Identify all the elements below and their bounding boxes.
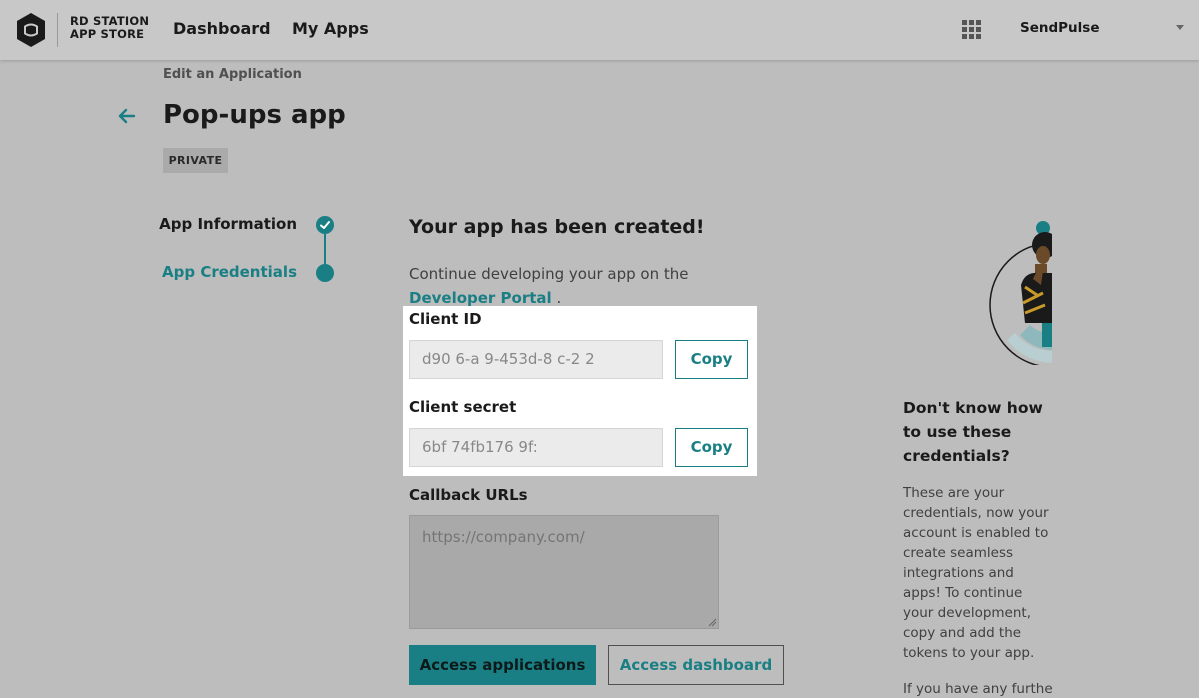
nav-my-apps[interactable]: My Apps — [292, 19, 369, 38]
apps-grid-icon[interactable] — [962, 20, 981, 39]
chevron-down-icon[interactable] — [1176, 25, 1184, 30]
page-title: Pop-ups app — [163, 100, 346, 130]
account-name[interactable]: SendPulse — [1020, 20, 1099, 36]
rd-station-logo-icon[interactable] — [15, 12, 47, 48]
copy-client-id-button[interactable]: Copy — [675, 340, 748, 379]
resize-handle-icon[interactable] — [708, 618, 717, 627]
success-title: Your app has been created! — [409, 216, 705, 238]
person-illustration-icon — [989, 221, 1052, 365]
logo-divider — [57, 13, 58, 47]
step-app-credentials[interactable]: App Credentials — [162, 263, 297, 281]
nav-dashboard[interactable]: Dashboard — [173, 19, 271, 38]
access-applications-button[interactable]: Access applications — [409, 645, 596, 685]
help-more-text: If you have any further — [903, 681, 1053, 697]
client-id-label: Client ID — [409, 310, 482, 328]
breadcrumb: Edit an Application — [163, 67, 302, 82]
continue-label: Continue developing your app on the — [409, 265, 689, 283]
step-current-icon — [316, 264, 334, 282]
developer-portal-link[interactable]: Developer Portal — [409, 289, 552, 307]
help-body: These are your credentials, now your acc… — [903, 485, 1049, 661]
client-secret-field[interactable]: 6bf 74fb176 9f: — [409, 428, 663, 467]
continue-suffix: . — [556, 289, 562, 307]
help-title: Don't know how to use these credentials? — [903, 399, 1043, 465]
check-icon — [320, 221, 330, 229]
step-app-information[interactable]: App Information — [159, 215, 297, 233]
access-dashboard-button[interactable]: Access dashboard — [608, 645, 784, 685]
client-secret-label: Client secret — [409, 398, 517, 416]
client-id-field[interactable]: d90 6-a 9-453d-8 c-2 2 — [409, 340, 663, 379]
top-bar: RD STATION APP STORE Dashboard My Apps S… — [0, 0, 1199, 60]
step-connector — [324, 234, 326, 264]
back-arrow-icon[interactable] — [117, 106, 137, 126]
continue-text: Continue developing your app on the Deve… — [409, 262, 709, 310]
privacy-badge: PRIVATE — [163, 148, 228, 173]
copy-client-secret-button[interactable]: Copy — [675, 428, 748, 467]
step-completed-icon — [316, 216, 334, 234]
logo-text[interactable]: RD STATION APP STORE — [70, 15, 149, 41]
callback-urls-label: Callback URLs — [409, 486, 528, 504]
callback-urls-input[interactable] — [409, 515, 719, 629]
logo-line-2: APP STORE — [70, 27, 145, 41]
